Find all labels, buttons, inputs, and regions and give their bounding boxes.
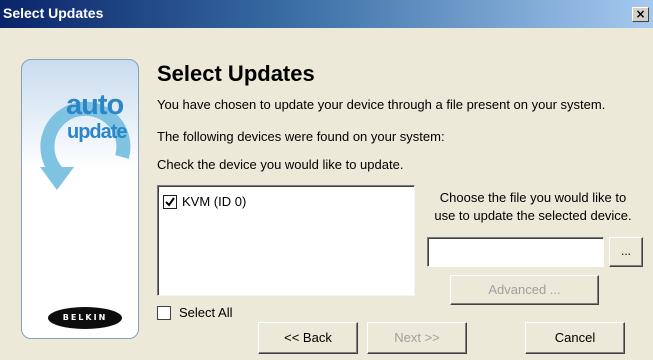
file-prompt-line1: Choose the file you would like to bbox=[439, 190, 627, 205]
page-heading: Select Updates bbox=[157, 61, 315, 86]
browse-button[interactable]: ... bbox=[609, 237, 643, 267]
title-bar[interactable]: Select Updates × bbox=[0, 0, 653, 28]
auto-update-side-panel: auto update BELKIN bbox=[21, 59, 139, 339]
select-updates-dialog: Select Updates × auto update BELKIN Sele… bbox=[0, 0, 653, 360]
cancel-button[interactable]: Cancel bbox=[525, 322, 625, 354]
belkin-logo: BELKIN bbox=[48, 307, 122, 329]
device-list[interactable]: KVM (ID 0) bbox=[157, 185, 415, 296]
close-button[interactable]: × bbox=[632, 7, 649, 22]
file-path-input[interactable] bbox=[427, 237, 604, 267]
advanced-button[interactable]: Advanced ... bbox=[450, 275, 599, 305]
window-title: Select Updates bbox=[3, 5, 104, 21]
back-button[interactable]: << Back bbox=[258, 322, 358, 354]
select-all-label: Select All bbox=[179, 305, 233, 320]
devices-found-text: The following devices were found on your… bbox=[157, 129, 445, 144]
close-icon: × bbox=[635, 7, 646, 21]
intro-text: You have chosen to update your device th… bbox=[157, 97, 606, 112]
device-checkbox[interactable] bbox=[163, 194, 177, 209]
logo-text-auto: auto bbox=[66, 89, 124, 121]
list-item-kvm[interactable]: KVM (ID 0) bbox=[163, 194, 246, 209]
checkmark-icon bbox=[165, 196, 175, 207]
next-button[interactable]: Next >> bbox=[367, 322, 467, 354]
file-prompt: Choose the file you would like to use to… bbox=[424, 189, 642, 225]
select-all[interactable]: Select All bbox=[157, 305, 232, 320]
select-all-checkbox[interactable] bbox=[157, 305, 171, 320]
device-label: KVM (ID 0) bbox=[182, 194, 247, 209]
instruction-text: Check the device you would like to updat… bbox=[157, 157, 404, 172]
file-prompt-line2: use to update the selected device. bbox=[434, 208, 632, 223]
logo-text-update: update bbox=[67, 121, 128, 143]
